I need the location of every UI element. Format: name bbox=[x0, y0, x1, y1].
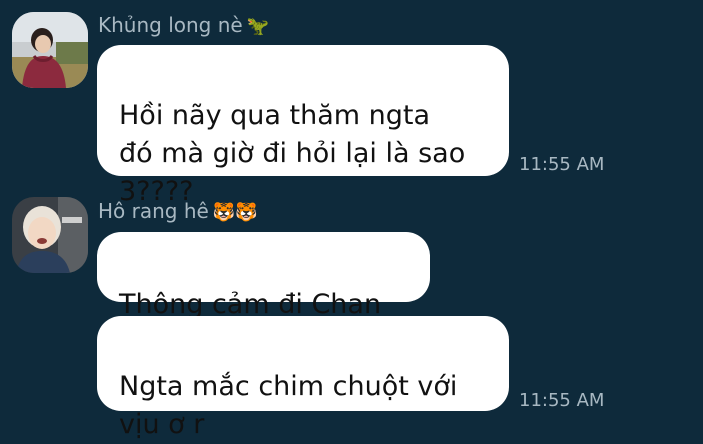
sender-name: Khủng long nè 🦖 bbox=[98, 11, 269, 41]
message-bubble[interactable]: Hồi nãy qua thăm ngta đó mà giờ đi hỏi l… bbox=[97, 45, 509, 207]
message-text: Hồi nãy qua thăm ngta đó mà giờ đi hỏi l… bbox=[119, 100, 466, 207]
sender-name-text: Khủng long nè bbox=[98, 13, 243, 37]
chat-thread: Khủng long nè 🦖 Hồi nãy qua thăm ngta đó … bbox=[0, 0, 703, 440]
message-timestamp: 11:55 AM bbox=[519, 390, 605, 411]
avatar-photo-icon bbox=[12, 197, 88, 273]
message-bubble[interactable]: Ngta mắc chim chuột với vịu ơ r bbox=[97, 316, 509, 440]
message-text: Ngta mắc chim chuột với vịu ơ r bbox=[119, 371, 458, 440]
message-timestamp: 11:55 AM bbox=[519, 154, 605, 175]
dinosaur-emoji-icon: 🦖 bbox=[246, 16, 270, 37]
avatar-photo-icon bbox=[12, 12, 88, 88]
avatar[interactable] bbox=[12, 197, 88, 273]
sender-name: Hô rang hê 🐯🐯 bbox=[98, 197, 258, 227]
tiger-emoji-icon: 🐯🐯 bbox=[212, 202, 258, 223]
message-bubble[interactable]: Thông cảm đi Chan ơi bbox=[97, 232, 430, 358]
avatar[interactable] bbox=[12, 12, 88, 88]
sender-name-text: Hô rang hê bbox=[98, 199, 209, 223]
